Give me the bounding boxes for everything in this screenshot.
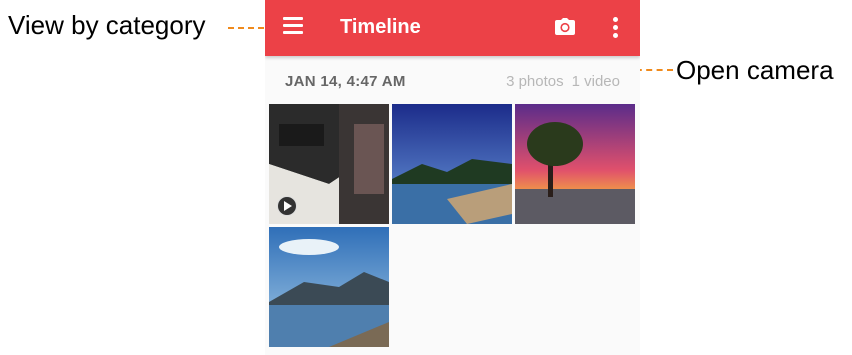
media-thumbnail-photo[interactable] bbox=[392, 104, 512, 224]
section-counts: 3 photos 1 video bbox=[498, 73, 620, 90]
videos-count: 1 video bbox=[571, 73, 620, 90]
app-bar: Timeline bbox=[265, 0, 640, 56]
media-thumbnail-photo[interactable] bbox=[515, 104, 635, 224]
play-icon bbox=[277, 196, 297, 216]
section-date: JAN 14, 4:47 AM bbox=[285, 73, 406, 90]
callout-open-camera: Open camera bbox=[676, 55, 834, 85]
more-vert-icon[interactable] bbox=[613, 17, 619, 39]
photos-count: 3 photos bbox=[506, 73, 564, 90]
media-thumbnail-photo[interactable] bbox=[269, 227, 389, 347]
phone-screen: Timeline JAN 14, 4:47 AM 3 photos 1 video bbox=[265, 0, 640, 355]
camera-icon[interactable] bbox=[554, 16, 576, 38]
menu-icon[interactable] bbox=[283, 17, 303, 37]
callout-view-by-category: View by category bbox=[8, 10, 206, 40]
media-thumbnail-video[interactable] bbox=[269, 104, 389, 224]
section-header: JAN 14, 4:47 AM 3 photos 1 video bbox=[265, 60, 640, 100]
page-title: Timeline bbox=[340, 16, 421, 38]
